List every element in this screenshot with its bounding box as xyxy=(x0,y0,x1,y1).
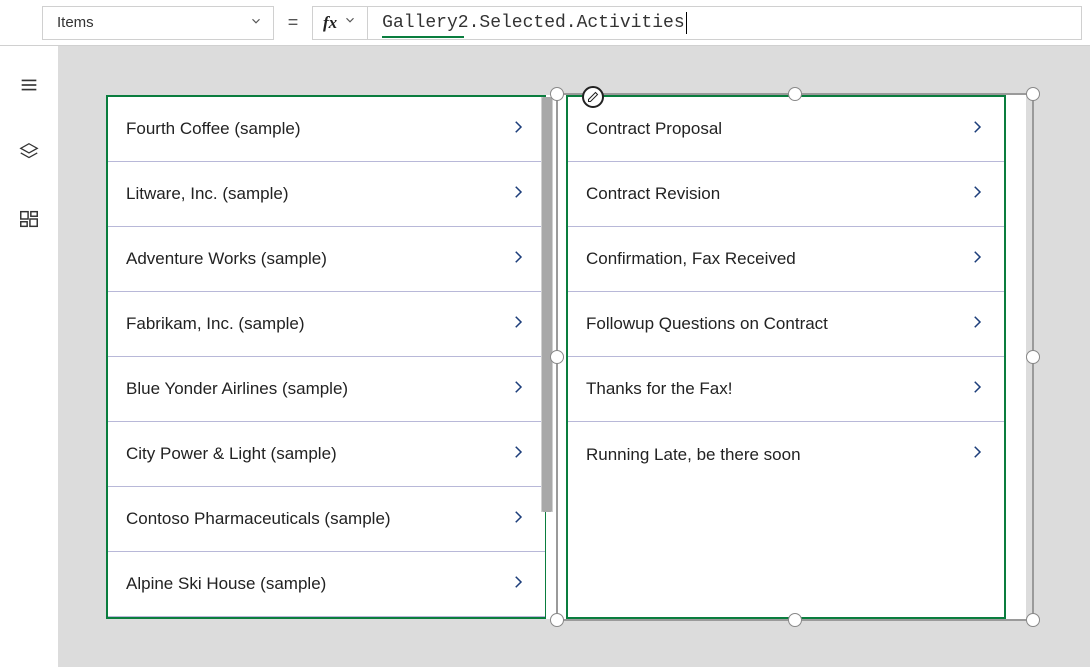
scrollbar[interactable] xyxy=(541,97,553,512)
left-rail xyxy=(0,46,58,667)
list-item-label: Adventure Works (sample) xyxy=(126,249,327,269)
list-item-label: Followup Questions on Contract xyxy=(586,314,828,334)
list-item[interactable]: Followup Questions on Contract xyxy=(568,292,1004,357)
formula-token-gallery: Gallery2 xyxy=(382,13,468,33)
text-caret xyxy=(686,12,687,34)
main: Fourth Coffee (sample) Litware, Inc. (sam… xyxy=(0,46,1090,667)
canvas[interactable]: Fourth Coffee (sample) Litware, Inc. (sam… xyxy=(58,46,1090,667)
chevron-down-icon xyxy=(343,13,357,32)
chevron-right-icon[interactable] xyxy=(509,248,527,271)
list-item-label: Fabrikam, Inc. (sample) xyxy=(126,314,305,334)
list-item[interactable]: City Power & Light (sample) xyxy=(108,422,545,487)
formula-token-rest: .Selected.Activities xyxy=(469,13,685,33)
formula-bar: Items = fx Gallery2.Selected.Activities xyxy=(0,0,1090,46)
chevron-right-icon[interactable] xyxy=(509,378,527,401)
chevron-right-icon[interactable] xyxy=(509,573,527,596)
chevron-right-icon[interactable] xyxy=(509,118,527,141)
list-item[interactable]: Alpine Ski House (sample) xyxy=(108,552,545,617)
list-item[interactable]: Litware, Inc. (sample) xyxy=(108,162,545,227)
list-item-label: Thanks for the Fax! xyxy=(586,379,732,399)
resize-handle[interactable] xyxy=(1026,87,1040,101)
property-label: Items xyxy=(57,14,94,31)
list-item-label: Alpine Ski House (sample) xyxy=(126,574,326,594)
chevron-down-icon xyxy=(249,14,263,32)
list-item[interactable]: Contoso Pharmaceuticals (sample) xyxy=(108,487,545,552)
list-item-label: Blue Yonder Airlines (sample) xyxy=(126,379,348,399)
chevron-right-icon[interactable] xyxy=(968,313,986,336)
fx-button[interactable]: fx xyxy=(312,6,367,40)
chevron-right-icon[interactable] xyxy=(968,118,986,141)
list-item-label: Fourth Coffee (sample) xyxy=(126,119,300,139)
chevron-right-icon[interactable] xyxy=(509,313,527,336)
list-item-label: Contoso Pharmaceuticals (sample) xyxy=(126,509,391,529)
chevron-right-icon[interactable] xyxy=(509,508,527,531)
list-item-label: City Power & Light (sample) xyxy=(126,444,337,464)
formula-input[interactable]: Gallery2.Selected.Activities xyxy=(367,6,1082,40)
resize-handle[interactable] xyxy=(1026,613,1040,627)
list-item[interactable]: Thanks for the Fax! xyxy=(568,357,1004,422)
list-item[interactable]: Contract Proposal xyxy=(568,97,1004,162)
chevron-right-icon[interactable] xyxy=(968,443,986,466)
list-item-label: Contract Revision xyxy=(586,184,720,204)
list-item[interactable]: Running Late, be there soon xyxy=(568,422,1004,487)
gallery-activities[interactable]: Contract Proposal Contract Revision Confir… xyxy=(566,95,1006,619)
edit-pencil-icon[interactable] xyxy=(582,86,604,108)
resize-handle[interactable] xyxy=(1026,350,1040,364)
chevron-right-icon[interactable] xyxy=(509,443,527,466)
scrollbar-thumb[interactable] xyxy=(542,97,552,512)
list-item[interactable]: Fabrikam, Inc. (sample) xyxy=(108,292,545,357)
list-item[interactable]: Blue Yonder Airlines (sample) xyxy=(108,357,545,422)
list-item-label: Litware, Inc. (sample) xyxy=(126,184,289,204)
gallery-accounts[interactable]: Fourth Coffee (sample) Litware, Inc. (sam… xyxy=(106,95,546,619)
list-item[interactable]: Contract Revision xyxy=(568,162,1004,227)
list-item[interactable]: Adventure Works (sample) xyxy=(108,227,545,292)
chevron-right-icon[interactable] xyxy=(968,248,986,271)
equals-label: = xyxy=(274,12,312,33)
data-icon[interactable] xyxy=(18,208,40,235)
canvas-app: Fourth Coffee (sample) Litware, Inc. (sam… xyxy=(106,95,1026,619)
list-item[interactable]: Confirmation, Fax Received xyxy=(568,227,1004,292)
list-item[interactable]: Fourth Coffee (sample) xyxy=(108,97,545,162)
chevron-right-icon[interactable] xyxy=(509,183,527,206)
chevron-right-icon[interactable] xyxy=(968,183,986,206)
list-item-label: Confirmation, Fax Received xyxy=(586,249,796,269)
list-item-label: Contract Proposal xyxy=(586,119,722,139)
chevron-right-icon[interactable] xyxy=(968,378,986,401)
tree-view-icon[interactable] xyxy=(18,74,40,101)
insert-icon[interactable] xyxy=(18,141,40,168)
list-item-label: Running Late, be there soon xyxy=(586,445,801,465)
property-dropdown[interactable]: Items xyxy=(42,6,274,40)
fx-label: fx xyxy=(323,13,337,33)
